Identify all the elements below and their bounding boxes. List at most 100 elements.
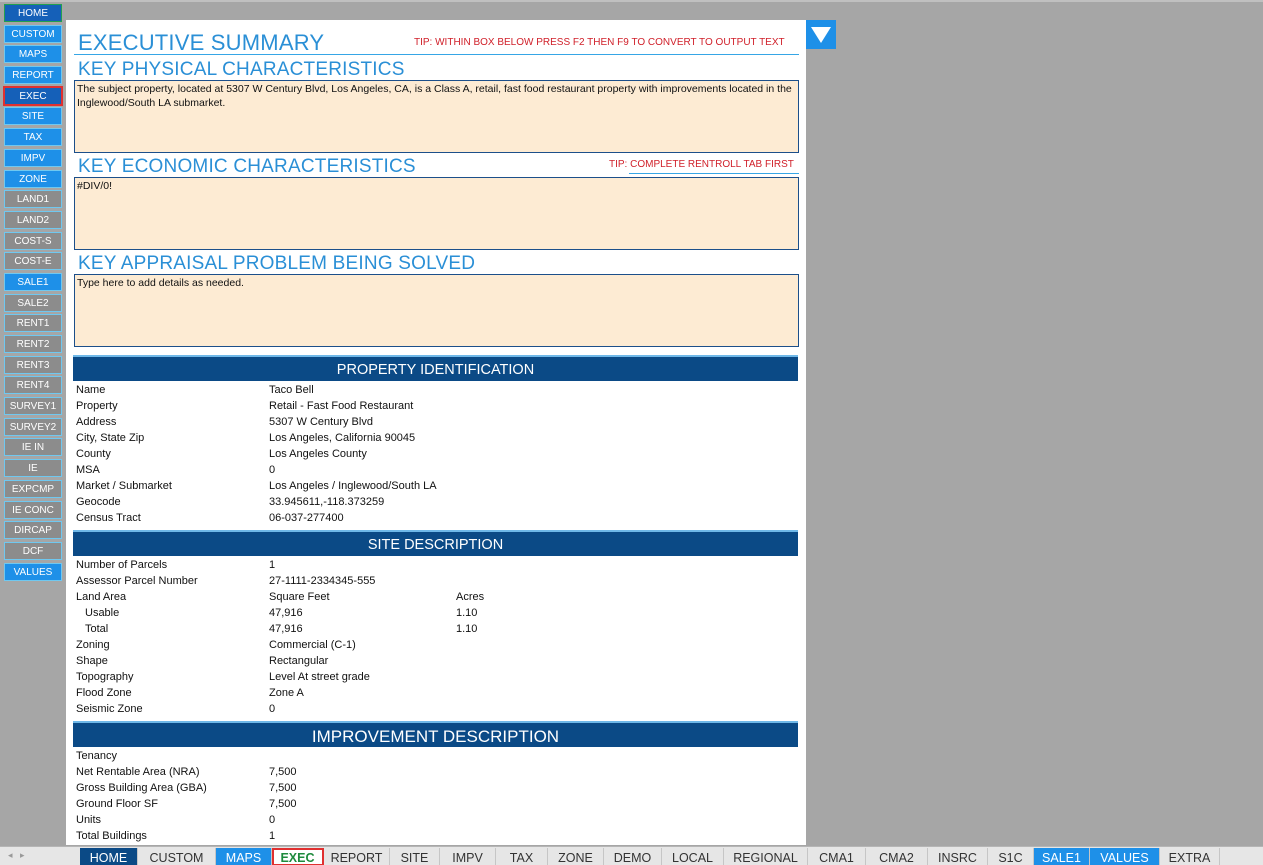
tab-s1c[interactable]: S1C xyxy=(988,848,1034,865)
row-label: Total Buildings xyxy=(76,830,147,842)
nav-button-exec[interactable]: EXEC xyxy=(3,85,63,106)
nav-button-cost-s[interactable]: COST-S xyxy=(4,231,62,250)
row-label: Total xyxy=(85,623,109,635)
tab-regional[interactable]: REGIONAL xyxy=(724,848,808,865)
dropdown-button[interactable] xyxy=(806,20,836,49)
row-value: Commercial (C-1) xyxy=(269,639,356,651)
improvement-description-header: IMPROVEMENT DESCRIPTION xyxy=(73,721,798,747)
tab-report[interactable]: REPORT xyxy=(324,848,390,865)
row-value: 1 xyxy=(269,830,276,842)
tab-local[interactable]: LOCAL xyxy=(662,848,724,865)
nav-button-values[interactable]: VALUES xyxy=(4,562,62,581)
problem-heading: KEY APPRAISAL PROBLEM BEING SOLVED xyxy=(78,253,476,274)
property-identification-header: PROPERTY IDENTIFICATION xyxy=(73,355,798,381)
tab-zone[interactable]: ZONE xyxy=(548,848,604,865)
nav-button-zone[interactable]: ZONE xyxy=(4,169,62,188)
nav-button-ie[interactable]: IE xyxy=(4,459,62,478)
row-label: Units xyxy=(76,814,102,826)
tab-impv[interactable]: IMPV xyxy=(440,848,496,865)
nav-button-rent1[interactable]: RENT1 xyxy=(4,314,62,333)
nav-button-expcmp[interactable]: EXPCMP xyxy=(4,479,62,498)
nav-button-site[interactable]: SITE xyxy=(4,107,62,126)
row-label: City, State Zip xyxy=(76,432,145,444)
site-description-header: SITE DESCRIPTION xyxy=(73,530,798,556)
row-value: Los Angeles, California 90045 xyxy=(269,432,416,444)
row-value: Taco Bell xyxy=(269,384,314,396)
row-value: Acres xyxy=(456,591,485,603)
tab-scroll-arrows-icon[interactable]: ◂ ▸ xyxy=(8,850,25,861)
tab-demo[interactable]: DEMO xyxy=(604,848,662,865)
row-value: 47,916 xyxy=(269,623,303,635)
row-value: Zone A xyxy=(269,687,304,699)
nav-button-sale1[interactable]: SALE1 xyxy=(4,272,62,291)
row-value: 0 xyxy=(269,464,276,476)
sheet-tab-bar: ◂ ▸ HOME CUSTOM MAPS EXEC REPORT SITE IMPV TAX Z… xyxy=(0,846,1263,865)
nav-button-cost-e[interactable]: COST-E xyxy=(4,252,62,271)
row-value: 0 xyxy=(269,703,276,715)
nav-button-ie-in[interactable]: IE IN xyxy=(4,438,62,457)
tab-cma1[interactable]: CMA1 xyxy=(808,848,866,865)
row-value: 27-1111-2334345-555 xyxy=(269,575,376,587)
row-label: Gross Building Area (GBA) xyxy=(76,782,207,794)
nav-button-home[interactable]: HOME xyxy=(4,4,62,22)
row-value: 1 xyxy=(269,559,276,571)
tab-site[interactable]: SITE xyxy=(390,848,440,865)
tab-sale1[interactable]: SALE1 xyxy=(1034,848,1090,865)
nav-button-survey1[interactable]: SURVEY1 xyxy=(4,397,62,416)
nav-button-rent4[interactable]: RENT4 xyxy=(4,376,62,395)
tab-insrc[interactable]: INSRC xyxy=(928,848,988,865)
row-value: 1.10 xyxy=(456,607,478,619)
nav-button-dcf[interactable]: DCF xyxy=(4,541,62,560)
problem-textbox[interactable]: Type here to add details as needed. xyxy=(74,274,799,347)
row-label: Shape xyxy=(76,655,108,667)
executive-summary-sheet: EXECUTIVE SUMMARY TIP: WITHIN BOX BELOW … xyxy=(66,20,806,845)
nav-button-survey2[interactable]: SURVEY2 xyxy=(4,417,62,436)
row-label: Ground Floor SF xyxy=(76,798,158,810)
nav-button-maps[interactable]: MAPS xyxy=(4,45,62,64)
nav-button-ie-conc[interactable]: IE CONC xyxy=(4,500,62,519)
tab-cma2[interactable]: CMA2 xyxy=(866,848,928,865)
nav-button-sale2[interactable]: SALE2 xyxy=(4,293,62,312)
tab-exec[interactable]: EXEC xyxy=(272,848,324,865)
nav-button-tax[interactable]: TAX xyxy=(4,128,62,147)
economic-rule xyxy=(629,173,799,174)
row-value: Rectangular xyxy=(269,655,329,667)
tab-values[interactable]: VALUES xyxy=(1090,848,1160,865)
row-value: 1.10 xyxy=(456,623,478,635)
row-value: 33.945611,-118.373259 xyxy=(269,496,385,508)
tab-extra[interactable]: EXTRA xyxy=(1160,848,1220,865)
nav-button-impv[interactable]: IMPV xyxy=(4,148,62,167)
tab-home[interactable]: HOME xyxy=(80,848,138,865)
row-label: MSA xyxy=(76,464,100,476)
row-label: Property xyxy=(76,400,118,412)
row-label: Geocode xyxy=(76,496,121,508)
row-label: Market / Submarket xyxy=(76,480,172,492)
chevron-down-icon xyxy=(811,27,831,43)
row-value: 7,500 xyxy=(269,766,297,778)
column-header-strip xyxy=(0,0,1263,2)
nav-button-land1[interactable]: LAND1 xyxy=(4,190,62,209)
row-label: County xyxy=(76,448,111,460)
row-label: Zoning xyxy=(76,639,110,651)
title-rule xyxy=(74,54,799,55)
physical-heading: KEY PHYSICAL CHARACTERISTICS xyxy=(78,59,405,80)
tab-maps[interactable]: MAPS xyxy=(216,848,272,865)
row-value: 06-037-277400 xyxy=(269,512,344,524)
tab-tax[interactable]: TAX xyxy=(496,848,548,865)
nav-button-rent3[interactable]: RENT3 xyxy=(4,355,62,374)
row-value: 47,916 xyxy=(269,607,303,619)
nav-button-dircap[interactable]: DIRCAP xyxy=(4,521,62,540)
left-nav: HOME CUSTOM MAPS REPORT EXEC SITE TAX IMPV ZONE L… xyxy=(3,4,64,583)
nav-button-land2[interactable]: LAND2 xyxy=(4,210,62,229)
nav-button-report[interactable]: REPORT xyxy=(4,66,62,85)
row-value: Los Angeles County xyxy=(269,448,367,460)
nav-button-custom[interactable]: CUSTOM xyxy=(4,24,62,43)
row-label: Address xyxy=(76,416,117,428)
physical-textbox[interactable]: The subject property, located at 5307 W … xyxy=(74,80,799,153)
tab-custom[interactable]: CUSTOM xyxy=(138,848,216,865)
economic-textbox[interactable]: #DIV/0! xyxy=(74,177,799,250)
nav-button-rent2[interactable]: RENT2 xyxy=(4,335,62,353)
row-value: 5307 W Century Blvd xyxy=(269,416,373,428)
row-label: Tenancy xyxy=(76,750,117,762)
row-label: Number of Parcels xyxy=(76,559,168,571)
